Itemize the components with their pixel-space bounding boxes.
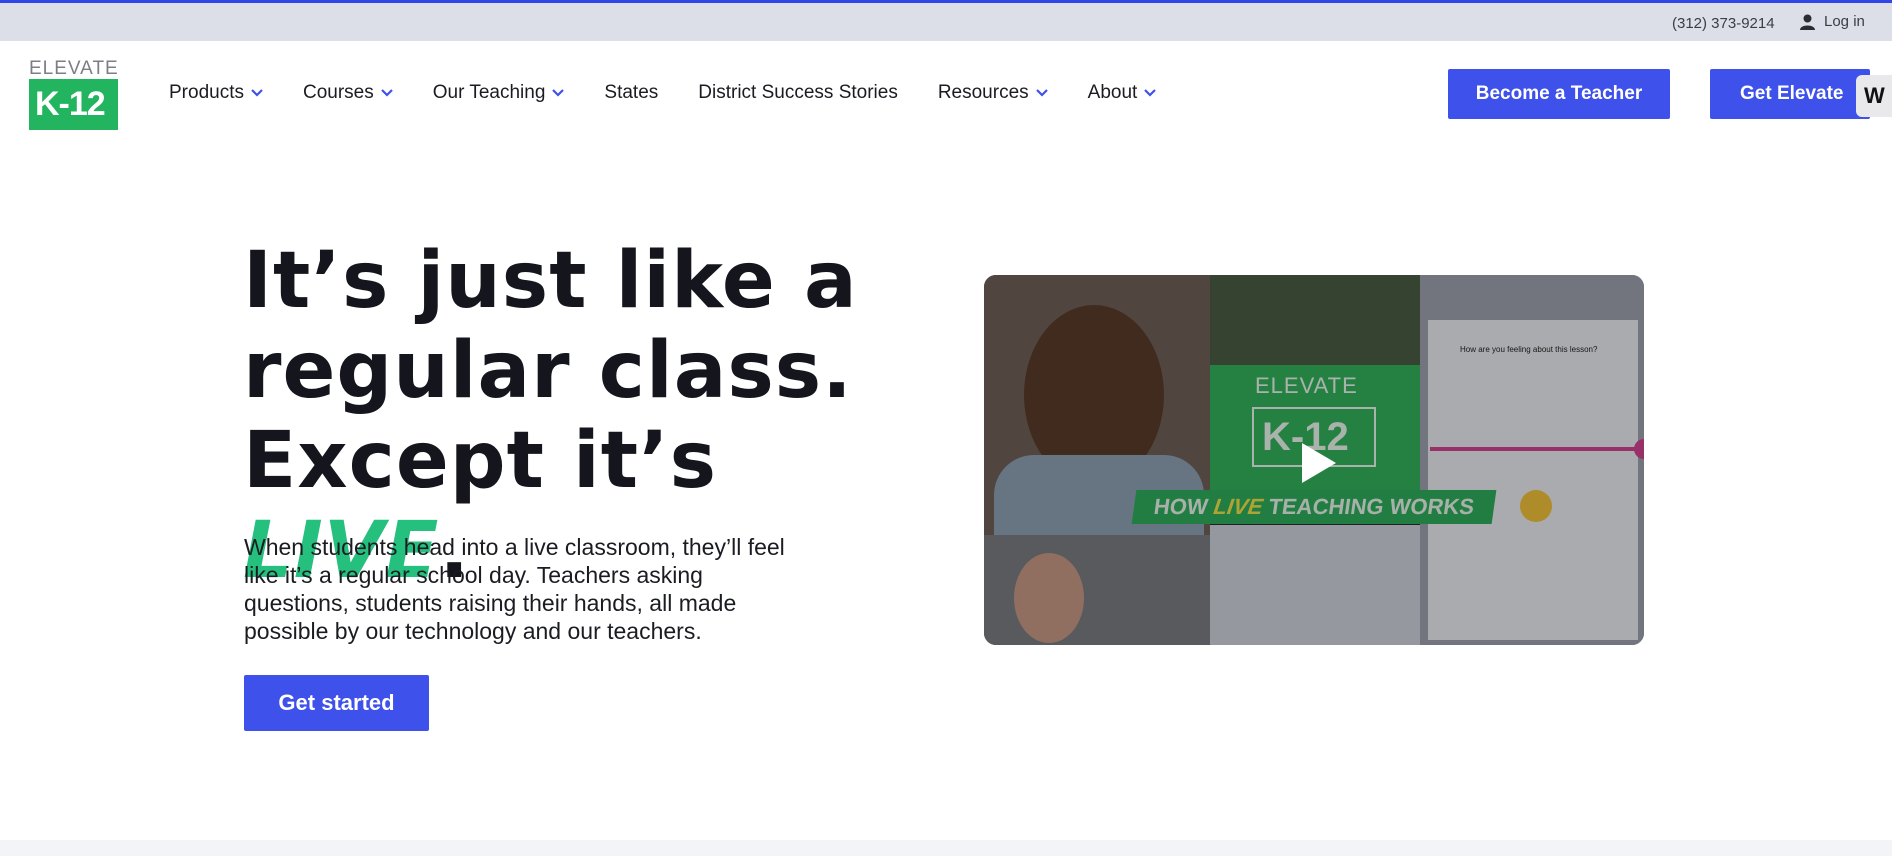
nav-label: States — [604, 82, 659, 103]
logo-wordmark: ELEVATE — [29, 58, 119, 79]
hero-description: When students head into a live classroom… — [244, 534, 785, 644]
headline-line-1: It’s just like a — [243, 236, 858, 326]
utility-bar: (312) 373-9214 Log in — [0, 0, 1892, 41]
nav-label: About — [1087, 82, 1138, 103]
next-section-edge — [0, 840, 1892, 856]
nav-item-states[interactable]: States — [604, 82, 658, 104]
play-icon[interactable] — [1298, 441, 1338, 485]
login-link[interactable]: Log in — [1800, 13, 1865, 30]
nav-label: Products — [169, 82, 244, 103]
nav-item-about[interactable]: About — [1088, 82, 1157, 104]
nav-item-district-success-stories[interactable]: District Success Stories — [698, 82, 898, 104]
get-started-button[interactable]: Get started — [244, 675, 429, 731]
primary-nav: Products Courses Our Teaching States Dis… — [169, 82, 1196, 104]
headline-line-3-start: Except it’s — [243, 416, 718, 506]
chevron-down-icon — [552, 89, 565, 97]
nav-label: Our Teaching — [432, 82, 546, 103]
nav-item-courses[interactable]: Courses — [303, 82, 393, 104]
chevron-down-icon — [380, 89, 393, 97]
chevron-down-icon — [1035, 89, 1048, 97]
nav-label: Resources — [937, 82, 1029, 103]
logo-mark: K-12 — [29, 79, 118, 130]
nav-label: Courses — [302, 82, 374, 103]
nav-item-products[interactable]: Products — [169, 82, 263, 104]
login-label: Log in — [1824, 13, 1865, 30]
side-widget-tab[interactable]: W — [1856, 75, 1892, 117]
elevate-k12-logo[interactable]: ELEVATE K-12 — [29, 59, 119, 131]
chevron-down-icon — [1144, 89, 1157, 97]
phone-number-link[interactable]: (312) 373-9214 — [1672, 15, 1775, 32]
get-elevate-button[interactable]: Get Elevate — [1710, 69, 1870, 119]
nav-item-resources[interactable]: Resources — [938, 82, 1048, 104]
nav-label: District Success Stories — [698, 82, 898, 103]
nav-item-our-teaching[interactable]: Our Teaching — [433, 82, 565, 104]
headline-line-2: regular class. — [243, 326, 853, 416]
video-player[interactable]: How are you feeling about this lesson? E… — [984, 275, 1644, 645]
chevron-down-icon — [251, 89, 263, 97]
become-a-teacher-button[interactable]: Become a Teacher — [1448, 69, 1670, 119]
user-icon — [1800, 14, 1815, 30]
